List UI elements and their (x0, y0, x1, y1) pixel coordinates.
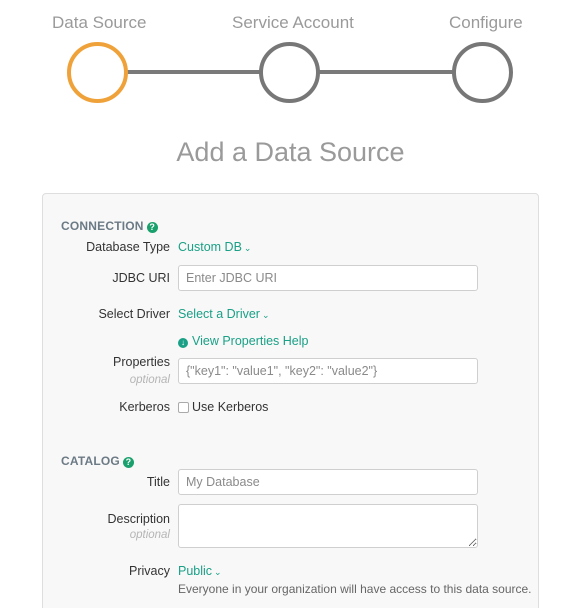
step-connector-1 (125, 70, 264, 74)
properties-label: Properties (113, 355, 170, 369)
use-kerberos-checkbox[interactable] (178, 402, 189, 413)
view-properties-help-text: View Properties Help (192, 334, 309, 348)
select-driver-value: Select a Driver (178, 307, 260, 321)
title-label: Title (146, 475, 170, 489)
database-type-label: Database Type (86, 240, 170, 254)
view-properties-help-link[interactable]: ↓ View Properties Help (178, 334, 309, 348)
use-kerberos-label[interactable]: Use Kerberos (192, 400, 268, 414)
select-driver-label: Select Driver (98, 307, 170, 321)
step-configure-circle[interactable] (452, 42, 513, 103)
step-configure-label: Configure (449, 13, 523, 32)
database-type-value: Custom DB (178, 240, 242, 254)
connection-help-icon[interactable]: ? (146, 222, 158, 233)
step-connector-2 (318, 70, 457, 74)
arrow-down-circle-icon: ↓ (178, 338, 188, 348)
step-data-source-circle[interactable] (67, 42, 128, 103)
description-optional-label: optional (129, 529, 170, 541)
step-data-source-label: Data Source (52, 13, 147, 32)
description-textarea[interactable] (178, 504, 478, 548)
properties-optional-label: optional (129, 374, 170, 386)
description-label: Description (107, 512, 170, 526)
kerberos-label: Kerberos (119, 400, 170, 414)
jdbc-uri-input[interactable] (178, 265, 478, 291)
title-input[interactable] (178, 469, 478, 495)
catalog-help-icon[interactable]: ? (122, 457, 134, 468)
select-driver-dropdown[interactable]: Select a Driver ⌄ (178, 307, 270, 321)
database-type-dropdown[interactable]: Custom DB ⌄ (178, 240, 251, 254)
connection-heading: CONNECTION? (61, 219, 158, 233)
privacy-dropdown[interactable]: Public ⌄ (178, 564, 222, 578)
privacy-value: Public (178, 564, 213, 578)
step-service-account-label: Service Account (232, 13, 354, 32)
chevron-down-icon: ⌄ (243, 243, 252, 253)
page-title: Add a Data Source (176, 137, 405, 167)
catalog-heading-text: CATALOG (61, 454, 120, 468)
step-service-account-circle[interactable] (259, 42, 320, 103)
jdbc-uri-label: JDBC URI (112, 271, 170, 285)
chevron-down-icon: ⌄ (261, 310, 270, 320)
properties-input[interactable] (178, 358, 478, 384)
connection-heading-text: CONNECTION (61, 219, 144, 233)
privacy-help-text: Everyone in your organization will have … (178, 582, 532, 596)
privacy-label: Privacy (129, 564, 170, 578)
catalog-heading: CATALOG? (61, 454, 134, 468)
chevron-down-icon: ⌄ (214, 567, 222, 577)
